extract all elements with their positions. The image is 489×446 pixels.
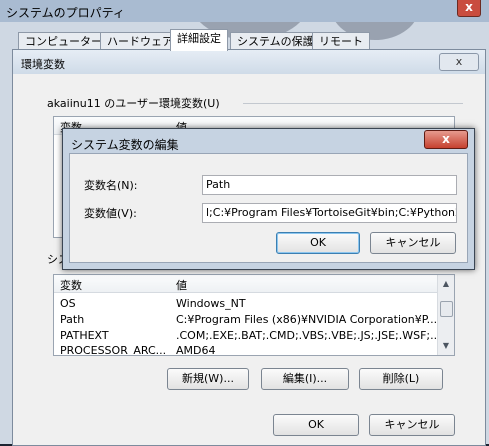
user-variables-label: akaiinu11 のユーザー環境変数(U) [47, 97, 220, 110]
variable-name: Path [60, 313, 85, 326]
tab-label: システムの保護 [237, 35, 314, 48]
variable-value: .COM;.EXE;.BAT;.CMD;.VBS;.VBE;.JS;.JSE;.… [176, 329, 441, 342]
window-title: システムのプロパティ [6, 6, 125, 20]
variable-name: PATHEXT [60, 329, 109, 342]
dialog-body: 変数名(N): Path 変数値(V): l;C:¥Program Files¥… [69, 153, 468, 263]
vertical-scrollbar[interactable]: ▲ ▼ [437, 275, 454, 355]
cancel-button[interactable]: キャンセル [370, 232, 456, 254]
tab-label: ハードウェア [107, 35, 173, 48]
variable-value-input[interactable]: l;C:¥Program Files¥TortoiseGit¥bin;C:¥Py… [202, 203, 457, 223]
list-header: 変数 値 [54, 275, 454, 293]
table-row[interactable]: OS Windows_NT [54, 297, 454, 312]
scroll-up-icon[interactable]: ▲ [438, 277, 454, 291]
close-icon: x [455, 55, 463, 68]
variable-value: Windows_NT [176, 297, 246, 310]
table-row[interactable]: PATHEXT .COM;.EXE;.BAT;.CMD;.VBS;.VBE;.J… [54, 329, 454, 344]
table-row[interactable]: PROCESSOR_ARC... AMD64 [54, 344, 454, 356]
variable-value: AMD64 [176, 344, 216, 356]
dialog-title: システム変数の編集 [71, 138, 179, 152]
scroll-thumb[interactable] [440, 301, 453, 317]
table-row[interactable]: Path C:¥Program Files (x86)¥NVIDIA Corpo… [54, 313, 454, 328]
group-divider [243, 103, 463, 104]
variable-name-input[interactable]: Path [202, 175, 457, 195]
column-header-variable[interactable]: 変数 [60, 277, 82, 293]
edit-button[interactable]: 編集(I)... [261, 368, 349, 390]
close-button[interactable]: x [439, 53, 479, 71]
close-icon: x [465, 0, 473, 14]
variable-name-label: 変数名(N): [84, 179, 138, 192]
system-variables-list[interactable]: 変数 値 OS Windows_NT Path C:¥Program Files… [53, 274, 455, 356]
title-bar[interactable]: システムのプロパティ x [0, 0, 489, 22]
scroll-down-icon[interactable]: ▼ [438, 339, 454, 353]
variable-value: C:¥Program Files (x86)¥NVIDIA Corporatio… [176, 313, 438, 326]
variable-value-label: 変数値(V): [84, 207, 137, 220]
new-button[interactable]: 新規(W)... [167, 368, 249, 390]
column-header-value[interactable]: 値 [176, 277, 187, 293]
tab-advanced[interactable]: 詳細設定 [170, 29, 228, 51]
delete-button[interactable]: 削除(L) [359, 368, 443, 390]
cancel-button[interactable]: キャンセル [369, 414, 455, 436]
dialog-title: 環境変数 [21, 58, 65, 71]
close-icon: x [442, 132, 450, 146]
variable-name: PROCESSOR_ARC... [60, 344, 167, 356]
tab-label: 詳細設定 [177, 32, 221, 45]
ok-button[interactable]: OK [276, 232, 360, 254]
close-button[interactable]: x [424, 130, 468, 149]
tab-label: リモート [319, 35, 363, 48]
variable-name: OS [60, 297, 76, 310]
close-button[interactable]: x [457, 0, 481, 17]
edit-system-variable-dialog: システム変数の編集 x 変数名(N): Path 変数値(V): l;C:¥Pr… [62, 128, 475, 270]
dialog-title-bar[interactable]: 環境変数 x [13, 50, 485, 74]
ok-button[interactable]: OK [273, 414, 359, 436]
